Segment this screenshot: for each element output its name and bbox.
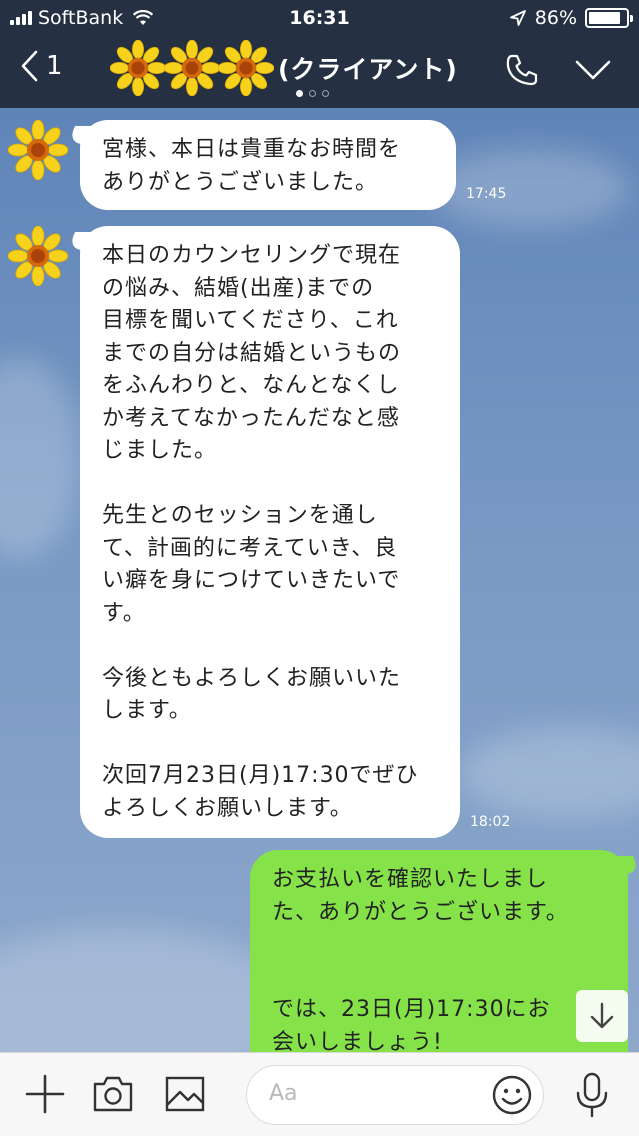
battery-percent: 86% [534, 7, 577, 29]
sunflower-icon [164, 40, 220, 96]
chevron-left-icon [21, 50, 38, 82]
sky-cloud [430, 148, 630, 228]
page-dot [296, 90, 303, 97]
plus-icon[interactable] [24, 1073, 66, 1115]
chat-area[interactable]: 宮様、本日は貴重なお時間を ありがとうございました。 17:45 本日のカウンセ… [0, 108, 639, 1052]
message-bubble-outgoing[interactable]: お支払いを確認いたしまし た、ありがとうございます。 では、23日(月)17:3… [250, 850, 628, 1052]
chat-header: SoftBank 16:31 86% 1 (クライアント) [0, 0, 639, 108]
battery-level [589, 12, 620, 24]
scroll-to-bottom-button[interactable] [576, 990, 628, 1042]
phone-call-icon[interactable] [504, 52, 540, 88]
camera-icon[interactable] [92, 1075, 134, 1113]
battery-icon [585, 8, 633, 28]
status-right: 86% [509, 7, 633, 29]
chat-title-area[interactable]: (クライアント) [110, 40, 458, 96]
avatar[interactable] [8, 226, 68, 286]
sky-cloud [460, 728, 639, 818]
message-time: 17:45 [466, 186, 507, 202]
microphone-icon[interactable] [572, 1071, 612, 1119]
message-bubble-incoming[interactable]: 本日のカウンセリングで現在 の悩み、結婚(出産)までの 目標を聞いてくださり、こ… [80, 226, 460, 838]
message-input-bar: Aa [0, 1052, 639, 1136]
chat-title: (クライアント) [278, 55, 458, 84]
status-bar: SoftBank 16:31 86% [0, 0, 639, 36]
page-dot [322, 90, 329, 97]
arrow-down-icon [590, 1002, 614, 1029]
sunflower-icon [110, 40, 166, 96]
back-unread-count: 1 [46, 51, 63, 81]
sunflower-icon [218, 40, 274, 96]
nav-bar: 1 (クライアント) [0, 36, 639, 108]
message-bubble-incoming[interactable]: 宮様、本日は貴重なお時間を ありがとうございました。 [80, 120, 456, 210]
chevron-down-icon[interactable] [574, 58, 612, 82]
image-icon[interactable] [164, 1075, 206, 1113]
sky-cloud [0, 358, 80, 558]
page-indicator [296, 90, 329, 97]
emoji-icon[interactable] [491, 1074, 533, 1116]
page-dot [309, 90, 316, 97]
back-button[interactable]: 1 [20, 50, 63, 82]
avatar[interactable] [8, 120, 68, 180]
message-input-placeholder: Aa [269, 1081, 298, 1106]
message-input[interactable]: Aa [246, 1065, 544, 1125]
message-time: 18:02 [470, 814, 511, 830]
location-arrow-icon [509, 10, 526, 26]
